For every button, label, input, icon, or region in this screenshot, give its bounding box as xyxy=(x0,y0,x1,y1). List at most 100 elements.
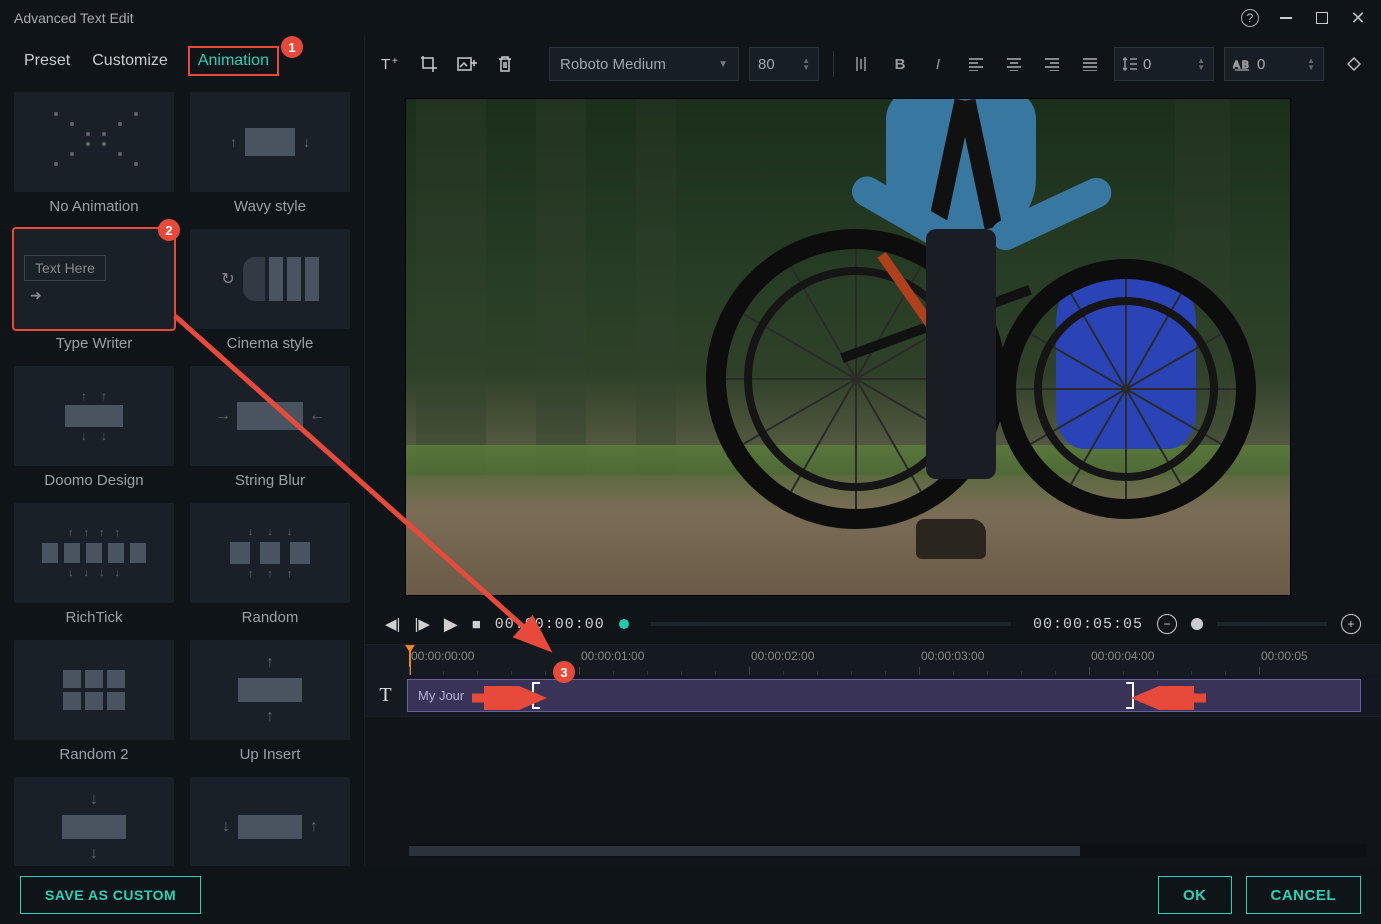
clip-label: My Jour xyxy=(418,688,464,703)
save-as-custom-button[interactable]: SAVE AS CUSTOM xyxy=(20,876,201,914)
current-timecode: 00:00:00:00 xyxy=(495,616,605,633)
animation-item-wavy-style[interactable]: ↑↓ Wavy style xyxy=(190,92,350,215)
annotation-badge-2: 2 xyxy=(158,219,180,241)
track-body[interactable]: My Jour xyxy=(407,675,1381,716)
thumb-text: Text Here xyxy=(24,255,106,281)
font-family-select[interactable]: Roboto Medium ▼ xyxy=(549,47,739,81)
timeline-scrollbar[interactable] xyxy=(409,844,1367,858)
zoom-in-button[interactable]: + xyxy=(1341,614,1361,634)
align-left-icon[interactable] xyxy=(962,50,990,78)
animation-label: Random xyxy=(242,609,299,626)
align-vertical-icon[interactable] xyxy=(848,50,876,78)
cancel-button[interactable]: CANCEL xyxy=(1246,876,1362,914)
crop-icon[interactable] xyxy=(415,50,443,78)
clip-in-handle[interactable] xyxy=(532,682,540,709)
font-size-input[interactable]: 80 ▲▼ xyxy=(749,47,819,81)
annotation-badge-3: 3 xyxy=(553,661,575,683)
tab-animation[interactable]: Animation xyxy=(198,50,269,72)
animation-item-string-blur[interactable]: →← String Blur xyxy=(190,366,350,489)
spinner-icon[interactable]: ▲▼ xyxy=(1197,57,1205,71)
ruler-label: 00:00:04:00 xyxy=(1091,649,1154,663)
char-spacing-value: 0 xyxy=(1257,56,1265,73)
timeline-ruler[interactable]: 00:00:00:00 00:00:01:00 00:00:02:00 00:0… xyxy=(365,645,1381,675)
zoom-handle[interactable] xyxy=(1191,618,1203,630)
animation-label: Cinema style xyxy=(227,335,314,352)
animation-label: Random 2 xyxy=(59,746,128,763)
timeline: 00:00:00:00 00:00:01:00 00:00:02:00 00:0… xyxy=(365,644,1381,866)
zoom-rail[interactable] xyxy=(1217,622,1327,626)
align-right-icon[interactable] xyxy=(1038,50,1066,78)
align-justify-icon[interactable] xyxy=(1076,50,1104,78)
close-button[interactable]: ✕ xyxy=(1349,9,1367,27)
animation-label: Doomo Design xyxy=(44,472,143,489)
editor-pane: T+ Roboto Medium ▼ 80 ▲▼ B I 0 xyxy=(365,36,1381,866)
animation-item-extra-2[interactable]: ↓↑ xyxy=(190,777,350,866)
line-spacing-input[interactable]: 0 ▲▼ xyxy=(1114,47,1214,81)
animation-label: String Blur xyxy=(235,472,305,489)
line-spacing-value: 0 xyxy=(1143,56,1151,73)
bold-icon[interactable]: B xyxy=(886,50,914,78)
titlebar: Advanced Text Edit ? ✕ xyxy=(0,0,1381,36)
play-button[interactable]: ▶ xyxy=(444,614,458,635)
animation-label: Wavy style xyxy=(234,198,306,215)
font-size-value: 80 xyxy=(758,56,775,73)
sidebar: Preset Customize Animation 1 No Animatio… xyxy=(0,36,365,866)
ruler-label: 00:00:03:00 xyxy=(921,649,984,663)
font-family-value: Roboto Medium xyxy=(560,56,666,73)
animation-item-cinema-style[interactable]: ↻ Cinema style xyxy=(190,229,350,352)
ruler-label: 00:00:00:00 xyxy=(411,649,474,663)
animation-item-random[interactable]: ↓↓↓↑↑↑ Random xyxy=(190,503,350,626)
sidebar-tabs: Preset Customize Animation 1 xyxy=(0,36,364,88)
animation-label: RichTick xyxy=(66,609,123,626)
ruler-label: 00:00:01:00 xyxy=(581,649,644,663)
animation-grid[interactable]: No Animation ↑↓ Wavy style Text Here➜ 2 … xyxy=(0,88,364,866)
spinner-icon[interactable]: ▲▼ xyxy=(802,57,810,71)
ruler-label: 00:00:05 xyxy=(1261,649,1308,663)
prev-frame-button[interactable]: ◀| xyxy=(385,615,400,633)
track-type-icon: T xyxy=(365,675,407,716)
animation-label: No Animation xyxy=(49,198,138,215)
zoom-out-button[interactable]: − xyxy=(1157,614,1177,634)
progress-rail[interactable] xyxy=(651,622,1011,626)
help-icon[interactable]: ? xyxy=(1241,9,1259,27)
animation-item-richtick[interactable]: ↑↑↑↑↓↓↓↓ RichTick xyxy=(14,503,174,626)
annotation-badge-1: 1 xyxy=(281,36,303,58)
tab-animation-highlight: Animation 1 xyxy=(188,46,279,76)
animation-label: Up Insert xyxy=(240,746,301,763)
minimize-button[interactable] xyxy=(1277,9,1295,27)
tab-preset[interactable]: Preset xyxy=(22,46,72,76)
clip-out-handle[interactable] xyxy=(1126,682,1134,709)
footer: SAVE AS CUSTOM OK CANCEL xyxy=(0,866,1381,924)
animation-item-doomo-design[interactable]: ↑↑↓↓ Doomo Design xyxy=(14,366,174,489)
align-center-icon[interactable] xyxy=(1000,50,1028,78)
animation-item-type-writer[interactable]: Text Here➜ 2 Type Writer xyxy=(14,229,174,352)
svg-text:+: + xyxy=(392,56,398,67)
spinner-icon[interactable]: ▲▼ xyxy=(1307,57,1315,71)
svg-text:T: T xyxy=(381,56,390,73)
tab-customize[interactable]: Customize xyxy=(90,46,170,76)
animation-item-no-animation[interactable]: No Animation xyxy=(14,92,174,215)
window-controls: ? ✕ xyxy=(1241,9,1367,27)
animation-item-random-2[interactable]: Random 2 xyxy=(14,640,174,763)
duration-timecode: 00:00:05:05 xyxy=(1033,616,1143,633)
keyframe-icon[interactable] xyxy=(1340,50,1368,78)
text-track: T My Jour xyxy=(365,675,1381,717)
marker-indicator-icon xyxy=(619,619,629,629)
player-controls: ◀| |▶ ▶ ■ 00:00:00:00 00:00:05:05 − + xyxy=(365,604,1381,644)
stop-button[interactable]: ■ xyxy=(472,616,481,633)
ok-button[interactable]: OK xyxy=(1158,876,1232,914)
window-title: Advanced Text Edit xyxy=(14,10,134,26)
char-spacing-input[interactable]: AB 0 ▲▼ xyxy=(1224,47,1324,81)
italic-icon[interactable]: I xyxy=(924,50,952,78)
video-preview[interactable] xyxy=(405,98,1291,596)
next-frame-button[interactable]: |▶ xyxy=(414,615,429,633)
animation-item-up-insert[interactable]: ↑↑ Up Insert xyxy=(190,640,350,763)
ruler-label: 00:00:02:00 xyxy=(751,649,814,663)
delete-icon[interactable] xyxy=(491,50,519,78)
add-text-icon[interactable]: T+ xyxy=(377,50,405,78)
annotation-arrow-out-icon xyxy=(1130,686,1210,710)
add-image-icon[interactable] xyxy=(453,50,481,78)
animation-item-extra-1[interactable]: ↓↓ xyxy=(14,777,174,866)
maximize-button[interactable] xyxy=(1313,9,1331,27)
text-clip[interactable]: My Jour xyxy=(407,679,1361,712)
